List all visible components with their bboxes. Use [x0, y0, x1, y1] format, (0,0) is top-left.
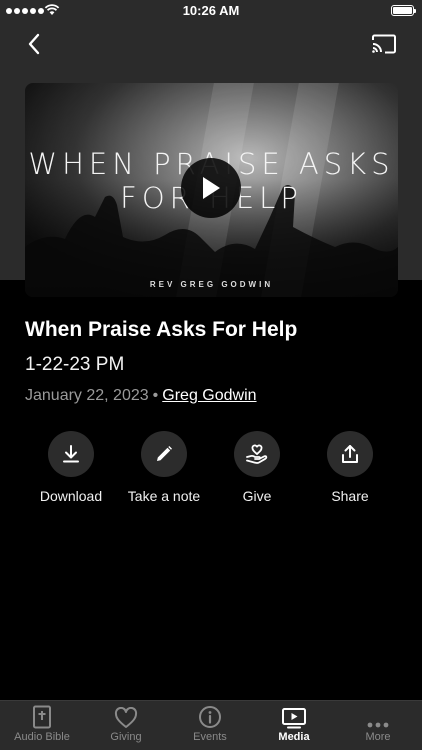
tab-bar: Audio Bible Giving Events Media More	[0, 700, 422, 750]
sermon-date: January 22, 2023	[25, 387, 149, 404]
sermon-title: When Praise Asks For Help	[25, 318, 298, 341]
bible-icon	[33, 705, 51, 729]
heart-icon	[114, 707, 138, 728]
share-label: Share	[331, 488, 369, 504]
info-icon	[199, 706, 221, 728]
video-thumbnail[interactable]: WHEN PRAISE ASKS FOR HELP REV GREG GODWI…	[25, 83, 398, 297]
cast-button[interactable]	[370, 30, 398, 58]
media-icon	[282, 708, 306, 729]
tab-label: Media	[278, 731, 310, 743]
speaker-link[interactable]: Greg Godwin	[162, 387, 256, 404]
play-icon	[203, 177, 220, 199]
tab-label: More	[365, 731, 391, 743]
giving-hand-icon	[234, 431, 280, 477]
cast-icon	[372, 34, 396, 54]
share-icon	[327, 431, 373, 477]
sermon-meta: January 22, 2023 • Greg Godwin	[25, 387, 257, 405]
tab-label: Events	[193, 731, 227, 743]
status-time: 10:26 AM	[182, 3, 240, 18]
play-button[interactable]	[181, 158, 241, 218]
action-row: Download Take a note Give Share	[0, 431, 422, 511]
chevron-left-icon	[28, 33, 40, 55]
tab-media[interactable]: Media	[252, 701, 336, 750]
share-button[interactable]: Share	[295, 431, 405, 504]
more-icon	[367, 722, 389, 728]
tab-label: Audio Bible	[14, 731, 70, 743]
meta-separator: •	[152, 387, 159, 404]
back-button[interactable]	[20, 30, 48, 58]
tab-giving[interactable]: Giving	[84, 701, 168, 750]
pencil-icon	[141, 431, 187, 477]
download-icon	[48, 431, 94, 477]
battery-icon	[391, 5, 416, 16]
tab-more[interactable]: More	[336, 701, 420, 750]
status-bar: 10:26 AM	[0, 0, 422, 22]
sermon-subtitle: 1-22-23 PM	[25, 354, 125, 375]
tab-audio-bible[interactable]: Audio Bible	[0, 701, 84, 750]
thumbnail-credit: REV GREG GODWIN	[149, 280, 274, 289]
tab-events[interactable]: Events	[168, 701, 252, 750]
tab-label: Giving	[110, 731, 142, 743]
